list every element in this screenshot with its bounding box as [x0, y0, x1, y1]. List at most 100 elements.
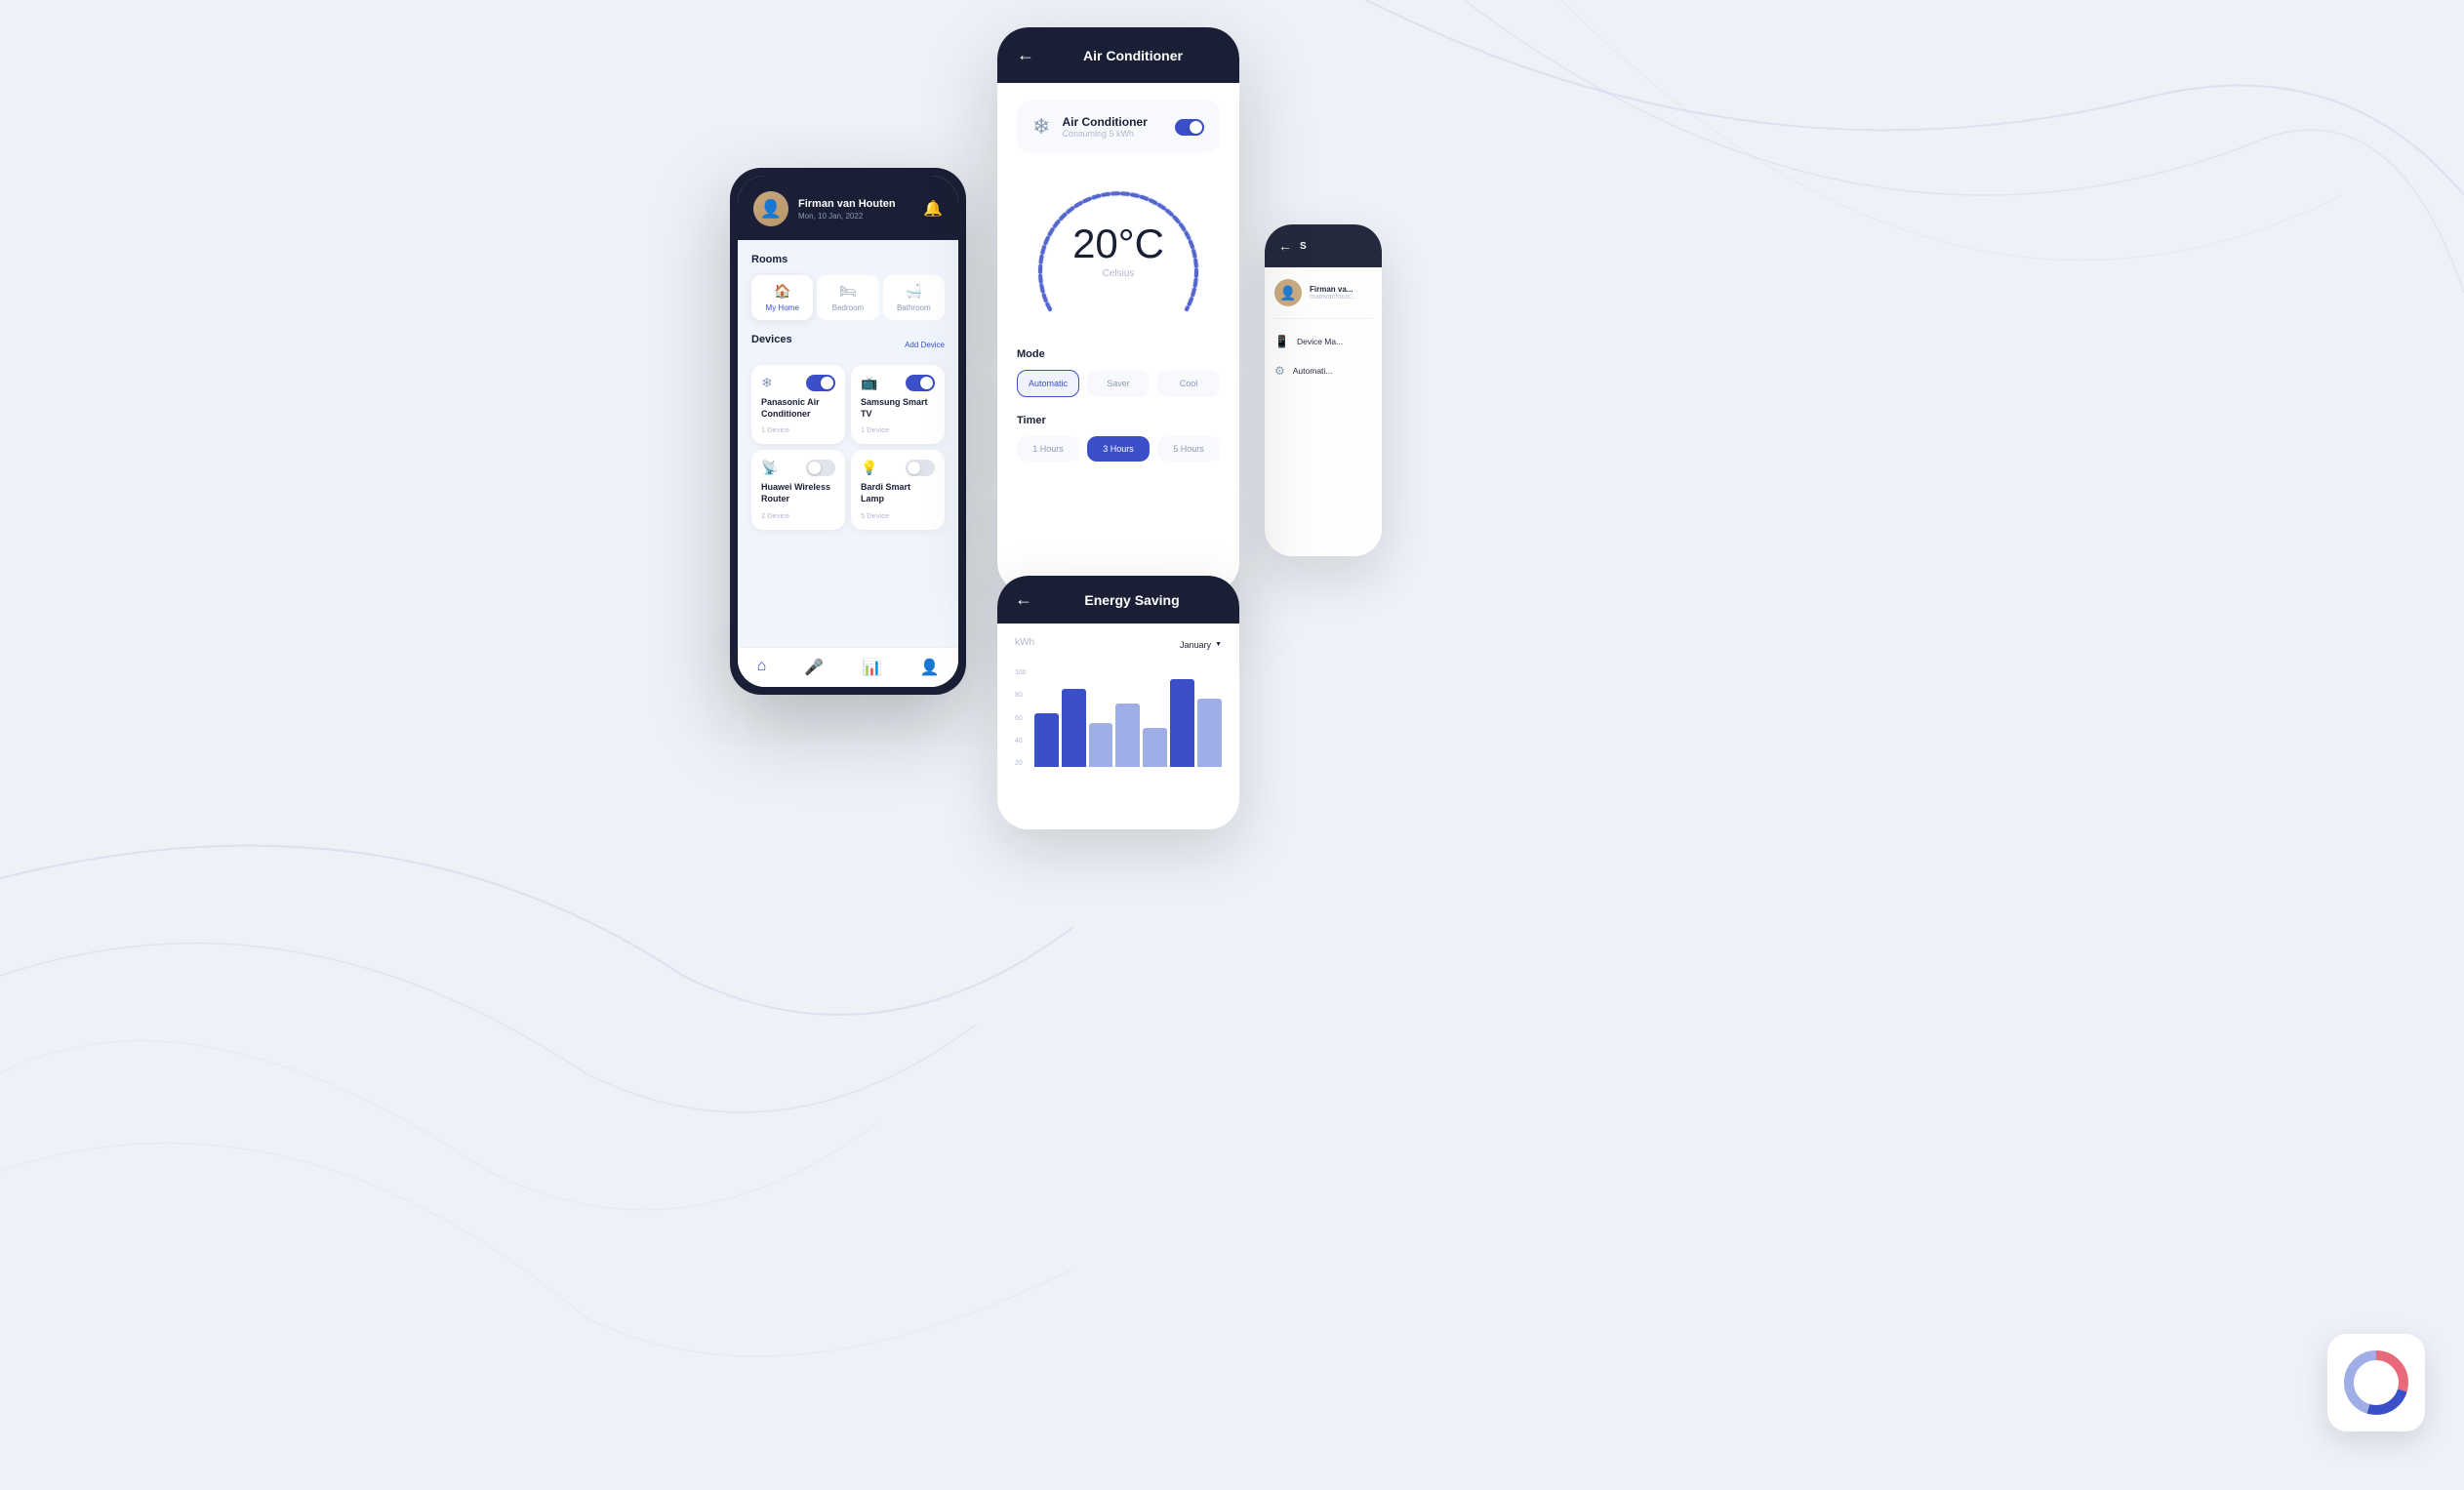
right-user-row: 👤 Firman va... mainvanhous...: [1274, 279, 1372, 319]
nav-user[interactable]: 👤: [920, 658, 940, 677]
energy-chart: 100 80 60 40 20: [1015, 660, 1222, 767]
avatar: 👤: [753, 191, 788, 226]
device-card-lamp-header: 💡: [861, 460, 935, 476]
ac-device-info: ❄ Air Conditioner Consuming 5 kWh: [1032, 114, 1148, 140]
right-menu-device-label: Device Ma...: [1297, 337, 1343, 346]
y-label-20: 20: [1015, 760, 1027, 767]
device-card-router-header: 📡: [761, 460, 835, 476]
ac-name: Panasonic Air Conditioner: [761, 397, 835, 420]
chevron-down-icon: ▼: [1215, 641, 1222, 648]
device-card-lamp: 💡 Bardi Smart Lamp 5 Device: [851, 450, 945, 529]
nav-mic[interactable]: 🎤: [804, 658, 824, 677]
energy-content: kWh January ▼ 100 80 60 40 20: [997, 624, 1239, 781]
home-tab-icon: 🏠: [774, 283, 790, 300]
right-avatar: 👤: [1274, 279, 1302, 306]
right-header: ← S: [1265, 224, 1382, 267]
avatar-face: 👤: [753, 191, 788, 226]
right-menu-automatic[interactable]: ⚙ Automati...: [1274, 364, 1372, 378]
tab-bedroom[interactable]: 🛏 Bedroom: [817, 275, 878, 320]
rooms-tabs: 🏠 My Home 🛏 Bedroom 🛁 Bathroom: [751, 275, 945, 320]
energy-month-label: January: [1180, 640, 1211, 650]
temp-circle: 20°C Celsius: [1030, 173, 1206, 329]
ac-device-text: Air Conditioner Consuming 5 kWh: [1062, 115, 1147, 139]
tv-count: 1 Device: [861, 425, 935, 434]
automation-icon: ⚙: [1274, 364, 1285, 378]
bar-5: [1143, 728, 1167, 767]
energy-kwh-label: kWh: [1015, 637, 1034, 648]
ac-panel-title: Air Conditioner: [1046, 48, 1220, 63]
donut-chart: [2337, 1344, 2415, 1422]
tab-my-home-label: My Home: [766, 303, 799, 312]
right-panel: ← S 👤 Firman va... mainvanhous... 📱 Devi…: [1265, 224, 1382, 556]
bedroom-tab-icon: 🛏: [839, 283, 857, 300]
main-header: 👤 Firman van Houten Mon, 10 Jan, 2022 🔔: [738, 176, 958, 240]
device-card-ac: ❄ Panasonic Air Conditioner 1 Device: [751, 365, 845, 444]
tv-name: Samsung Smart TV: [861, 397, 935, 420]
mode-buttons: Automatic Saver Cool: [1017, 370, 1220, 397]
temperature-unit: Celsius: [1072, 268, 1164, 279]
right-content: 👤 Firman va... mainvanhous... 📱 Device M…: [1265, 267, 1382, 389]
y-label-100: 100: [1015, 669, 1027, 676]
ac-toggle[interactable]: [806, 375, 835, 391]
right-menu-automatic-label: Automati...: [1293, 366, 1333, 376]
bathroom-tab-icon: 🛁: [906, 283, 922, 300]
energy-back-button[interactable]: ←: [1015, 589, 1032, 610]
device-card-ac-header: ❄: [761, 375, 835, 391]
add-device-link[interactable]: Add Device: [905, 341, 945, 349]
right-menu-device[interactable]: 📱 Device Ma...: [1274, 335, 1372, 348]
ac-device-icon: ❄: [1032, 114, 1050, 140]
ac-power-toggle[interactable]: [1175, 119, 1204, 136]
right-back-button[interactable]: ←: [1278, 238, 1292, 254]
bar-6: [1170, 679, 1194, 767]
device-card-router: 📡 Huawei Wireless Router 2 Device: [751, 450, 845, 529]
timer-buttons: 1 Hours 3 Hours 5 Hours: [1017, 436, 1220, 462]
router-icon: 📡: [761, 460, 778, 476]
ac-device-sub: Consuming 5 kWh: [1062, 129, 1147, 139]
devices-grid: ❄ Panasonic Air Conditioner 1 Device 📺 S…: [751, 365, 945, 530]
tab-bedroom-label: Bedroom: [832, 303, 864, 312]
lamp-name: Bardi Smart Lamp: [861, 482, 935, 504]
timer-section: Timer 1 Hours 3 Hours 5 Hours: [1017, 415, 1220, 462]
y-label-40: 40: [1015, 738, 1027, 745]
rooms-title: Rooms: [751, 254, 945, 265]
mode-automatic[interactable]: Automatic: [1017, 370, 1079, 397]
ac-content: ❄ Air Conditioner Consuming 5 kWh 20°C C…: [997, 83, 1239, 590]
ac-header: ← Air Conditioner: [997, 27, 1239, 83]
donut-chart-card: [2327, 1334, 2425, 1431]
device-management-icon: 📱: [1274, 335, 1289, 348]
bar-2: [1062, 689, 1086, 767]
mode-cool[interactable]: Cool: [1157, 370, 1220, 397]
user-text: Firman van Houten Mon, 10 Jan, 2022: [798, 197, 896, 220]
user-date: Mon, 10 Jan, 2022: [798, 212, 896, 221]
tab-bathroom[interactable]: 🛁 Bathroom: [883, 275, 945, 320]
nav-home[interactable]: ⌂: [757, 658, 767, 677]
router-toggle[interactable]: [806, 460, 835, 476]
devices-header: Devices Add Device: [751, 334, 945, 355]
tab-bathroom-label: Bathroom: [897, 303, 931, 312]
bar-3: [1089, 723, 1113, 767]
bottom-nav: ⌂ 🎤 📊 👤: [738, 647, 958, 687]
lamp-icon: 💡: [861, 460, 877, 476]
mode-section: Mode Automatic Saver Cool: [1017, 348, 1220, 397]
nav-stats[interactable]: 📊: [862, 658, 881, 677]
timer-5h[interactable]: 5 Hours: [1157, 436, 1220, 462]
lamp-toggle[interactable]: [906, 460, 935, 476]
timer-1h[interactable]: 1 Hours: [1017, 436, 1079, 462]
tab-my-home[interactable]: 🏠 My Home: [751, 275, 813, 320]
ac-back-button[interactable]: ←: [1017, 45, 1034, 65]
energy-header: ← Energy Saving: [997, 576, 1239, 624]
mode-saver[interactable]: Saver: [1087, 370, 1150, 397]
bar-7: [1197, 699, 1222, 767]
chart-bars: [1034, 669, 1222, 767]
user-info: 👤 Firman van Houten Mon, 10 Jan, 2022: [753, 191, 896, 226]
tv-toggle[interactable]: [906, 375, 935, 391]
bell-icon[interactable]: 🔔: [923, 199, 943, 219]
ac-device-row: ❄ Air Conditioner Consuming 5 kWh: [1017, 101, 1220, 153]
timer-3h[interactable]: 3 Hours: [1087, 436, 1150, 462]
user-name: Firman van Houten: [798, 197, 896, 211]
y-label-80: 80: [1015, 692, 1027, 699]
ac-device-name: Air Conditioner: [1062, 115, 1147, 129]
temperature-value: 20°C: [1072, 223, 1164, 264]
right-user-text: Firman va... mainvanhous...: [1310, 285, 1355, 301]
router-count: 2 Device: [761, 511, 835, 520]
